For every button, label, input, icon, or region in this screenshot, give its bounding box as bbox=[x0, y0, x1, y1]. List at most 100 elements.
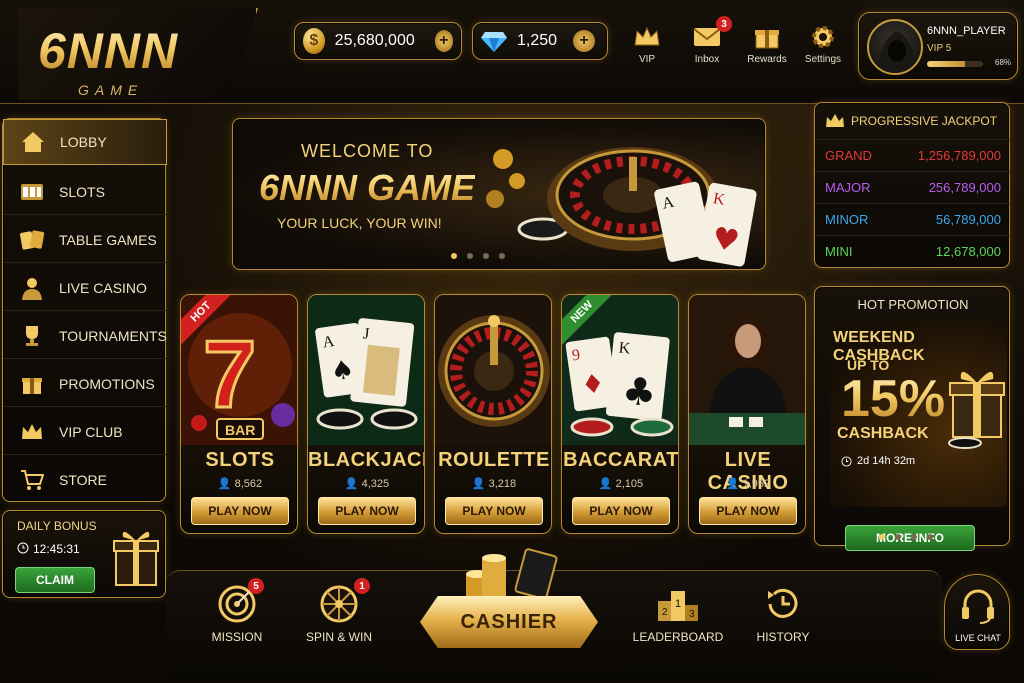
mission-button[interactable]: 5 MISSION bbox=[192, 578, 282, 644]
history-label: HISTORY bbox=[756, 630, 810, 644]
history-button[interactable]: HISTORY bbox=[738, 582, 828, 644]
game-card-live-casino[interactable]: LIVE CASINO 👤 1,952 PLAY NOW bbox=[688, 294, 806, 534]
crown-icon bbox=[22, 423, 42, 439]
roulette-cards-art: A K♥ bbox=[486, 147, 757, 267]
add-gems-button[interactable]: + bbox=[573, 30, 595, 52]
trophy-icon bbox=[26, 325, 38, 346]
cards-icon bbox=[20, 229, 45, 250]
play-now-button[interactable]: PLAY NOW bbox=[318, 497, 416, 525]
vip-button[interactable]: VIP bbox=[618, 22, 676, 65]
home-icon bbox=[22, 132, 44, 152]
sidebar-item-promotions[interactable]: PROMOTIONS bbox=[3, 361, 167, 407]
vip-label: VIP bbox=[638, 54, 656, 65]
vip-level: VIP 5 bbox=[927, 43, 952, 54]
spin-win-button[interactable]: 1 SPIN & WIN bbox=[294, 578, 384, 644]
claim-button[interactable]: CLAIM bbox=[15, 567, 95, 593]
slot-machine-icon bbox=[21, 183, 43, 200]
player-count: 👤 1,952 bbox=[725, 478, 771, 490]
clock-icon bbox=[17, 542, 29, 554]
logo[interactable]: 6NNN GAME bbox=[18, 8, 258, 100]
jackpot-title: PROGRESSIVE JACKPOT bbox=[825, 113, 997, 129]
sidebar-item-tournaments[interactable]: TOURNAMENTS bbox=[3, 313, 167, 359]
banner-dot[interactable] bbox=[483, 253, 489, 259]
jackpot-amount: 1,256,789,000 bbox=[917, 148, 1001, 163]
diamond-icon bbox=[481, 32, 507, 52]
vip-progress-fill bbox=[927, 61, 966, 67]
live-chat-button[interactable]: LIVE CHAT bbox=[944, 574, 1010, 650]
promo-dot[interactable] bbox=[927, 534, 933, 540]
coin-balance-value: 25,680,000 bbox=[334, 32, 415, 49]
gear-icon bbox=[812, 26, 834, 48]
player-name: 6NNN_PLAYER bbox=[927, 25, 1006, 37]
game-card-baccarat[interactable]: 9 ♦ K ♣ NEW BACCARAT 👤 2,105 PLAY NOW bbox=[561, 294, 679, 534]
promotion-percent: 15% bbox=[841, 370, 946, 428]
mission-badge: 5 bbox=[248, 578, 264, 594]
jackpot-tier: GRAND bbox=[825, 148, 872, 163]
promo-dot[interactable] bbox=[879, 534, 885, 540]
inbox-label: Inbox bbox=[694, 54, 720, 65]
svg-text:♣: ♣ bbox=[620, 368, 658, 415]
play-now-button[interactable]: PLAY NOW bbox=[191, 497, 289, 525]
svg-text:2: 2 bbox=[662, 607, 668, 618]
player-count-value: 2,105 bbox=[615, 478, 644, 490]
sidebar-item-store[interactable]: STORE bbox=[3, 457, 167, 503]
gem-balance: 1,250 + bbox=[472, 22, 608, 60]
cashier-button[interactable]: CASHIER bbox=[420, 596, 598, 648]
gift-box-icon bbox=[113, 531, 159, 586]
sidebar-item-vip-club[interactable]: VIP CLUB bbox=[3, 409, 167, 455]
player-count-value: 8,562 bbox=[234, 478, 263, 490]
settings-label: Settings bbox=[804, 54, 842, 65]
inbox-button[interactable]: 3 Inbox bbox=[678, 16, 736, 65]
sidebar-item-label: VIP CLUB bbox=[59, 423, 123, 440]
jackpot-amount: 56,789,000 bbox=[935, 212, 1001, 227]
play-now-button[interactable]: PLAY NOW bbox=[699, 497, 797, 525]
leaderboard-button[interactable]: 213 LEADERBOARD bbox=[630, 582, 726, 644]
live-chat-label: LIVE CHAT bbox=[955, 633, 1001, 643]
svg-text:K: K bbox=[618, 339, 632, 357]
add-coins-button[interactable]: + bbox=[434, 30, 453, 52]
rewards-button[interactable]: Rewards bbox=[738, 22, 796, 65]
sidebar-item-table-games[interactable]: TABLE GAMES bbox=[3, 217, 167, 263]
game-card-roulette[interactable]: ROULETTE 👤 3,218 PLAY NOW bbox=[434, 294, 552, 534]
banner-dot[interactable] bbox=[451, 253, 457, 259]
game-card-blackjack[interactable]: A ♠ J BLACKJACK 👤 4,325 PLAY NOW bbox=[307, 294, 425, 534]
sidebar-item-live-casino[interactable]: LIVE CASINO bbox=[3, 265, 167, 311]
sidebar-item-label: TOURNAMENTS bbox=[59, 327, 167, 344]
coin-stack-icon bbox=[466, 548, 558, 600]
cart-icon bbox=[21, 470, 44, 490]
banner-dot[interactable] bbox=[467, 253, 473, 259]
banner-dot[interactable] bbox=[499, 253, 505, 259]
banner-title: 6NNN GAME bbox=[259, 167, 476, 208]
player-count-value: 4,325 bbox=[361, 478, 390, 490]
play-now-button[interactable]: PLAY NOW bbox=[445, 497, 543, 525]
banner-subtitle: YOUR LUCK, YOUR WIN! bbox=[277, 215, 442, 231]
live-dealer-art bbox=[689, 295, 805, 445]
daily-bonus-timer: 12:45:31 bbox=[33, 542, 80, 556]
player-count: 👤 8,562 bbox=[217, 478, 263, 490]
coin-icon: $ bbox=[303, 28, 325, 54]
bar-text: BAR bbox=[225, 422, 255, 438]
dealer-icon bbox=[22, 277, 42, 300]
sidebar-item-slots[interactable]: SLOTS bbox=[3, 169, 167, 215]
banner-pagination bbox=[451, 253, 505, 259]
jackpot-row: GRAND 1,256,789,000 bbox=[815, 139, 1011, 171]
promotion-card[interactable]: WEEKEND CASHBACK UP TO 15% CASHBACK 2d 1… bbox=[829, 319, 1007, 551]
spin-win-label: SPIN & WIN bbox=[305, 630, 372, 644]
promo-dot[interactable] bbox=[911, 534, 917, 540]
settings-button[interactable]: Settings bbox=[794, 22, 852, 65]
sidebar-item-label: LIVE CASINO bbox=[59, 279, 147, 296]
profile-card[interactable]: 6NNN_PLAYER VIP 5 68% bbox=[858, 12, 1018, 80]
crown-icon bbox=[826, 114, 844, 127]
sidebar-item-label: SLOTS bbox=[59, 183, 105, 200]
play-now-button[interactable]: PLAY NOW bbox=[572, 497, 670, 525]
game-card-slots[interactable]: 7 BAR HOT SLOTS 👤 8,562 PLAY NOW bbox=[180, 294, 298, 534]
jackpot-row: MINOR 56,789,000 bbox=[815, 203, 1011, 235]
player-count-value: 1,952 bbox=[742, 478, 771, 490]
welcome-banner[interactable]: WELCOME TO 6NNN GAME YOUR LUCK, YOUR WIN… bbox=[232, 118, 766, 270]
blackjack-art: A♠ J bbox=[308, 295, 424, 445]
sidebar-item-lobby[interactable]: LOBBY bbox=[3, 119, 167, 165]
player-count: 👤 4,325 bbox=[344, 478, 390, 490]
promo-dot[interactable] bbox=[895, 534, 901, 540]
promotion-cashback: CASHBACK bbox=[837, 425, 929, 442]
rewards-label: Rewards bbox=[747, 54, 787, 65]
